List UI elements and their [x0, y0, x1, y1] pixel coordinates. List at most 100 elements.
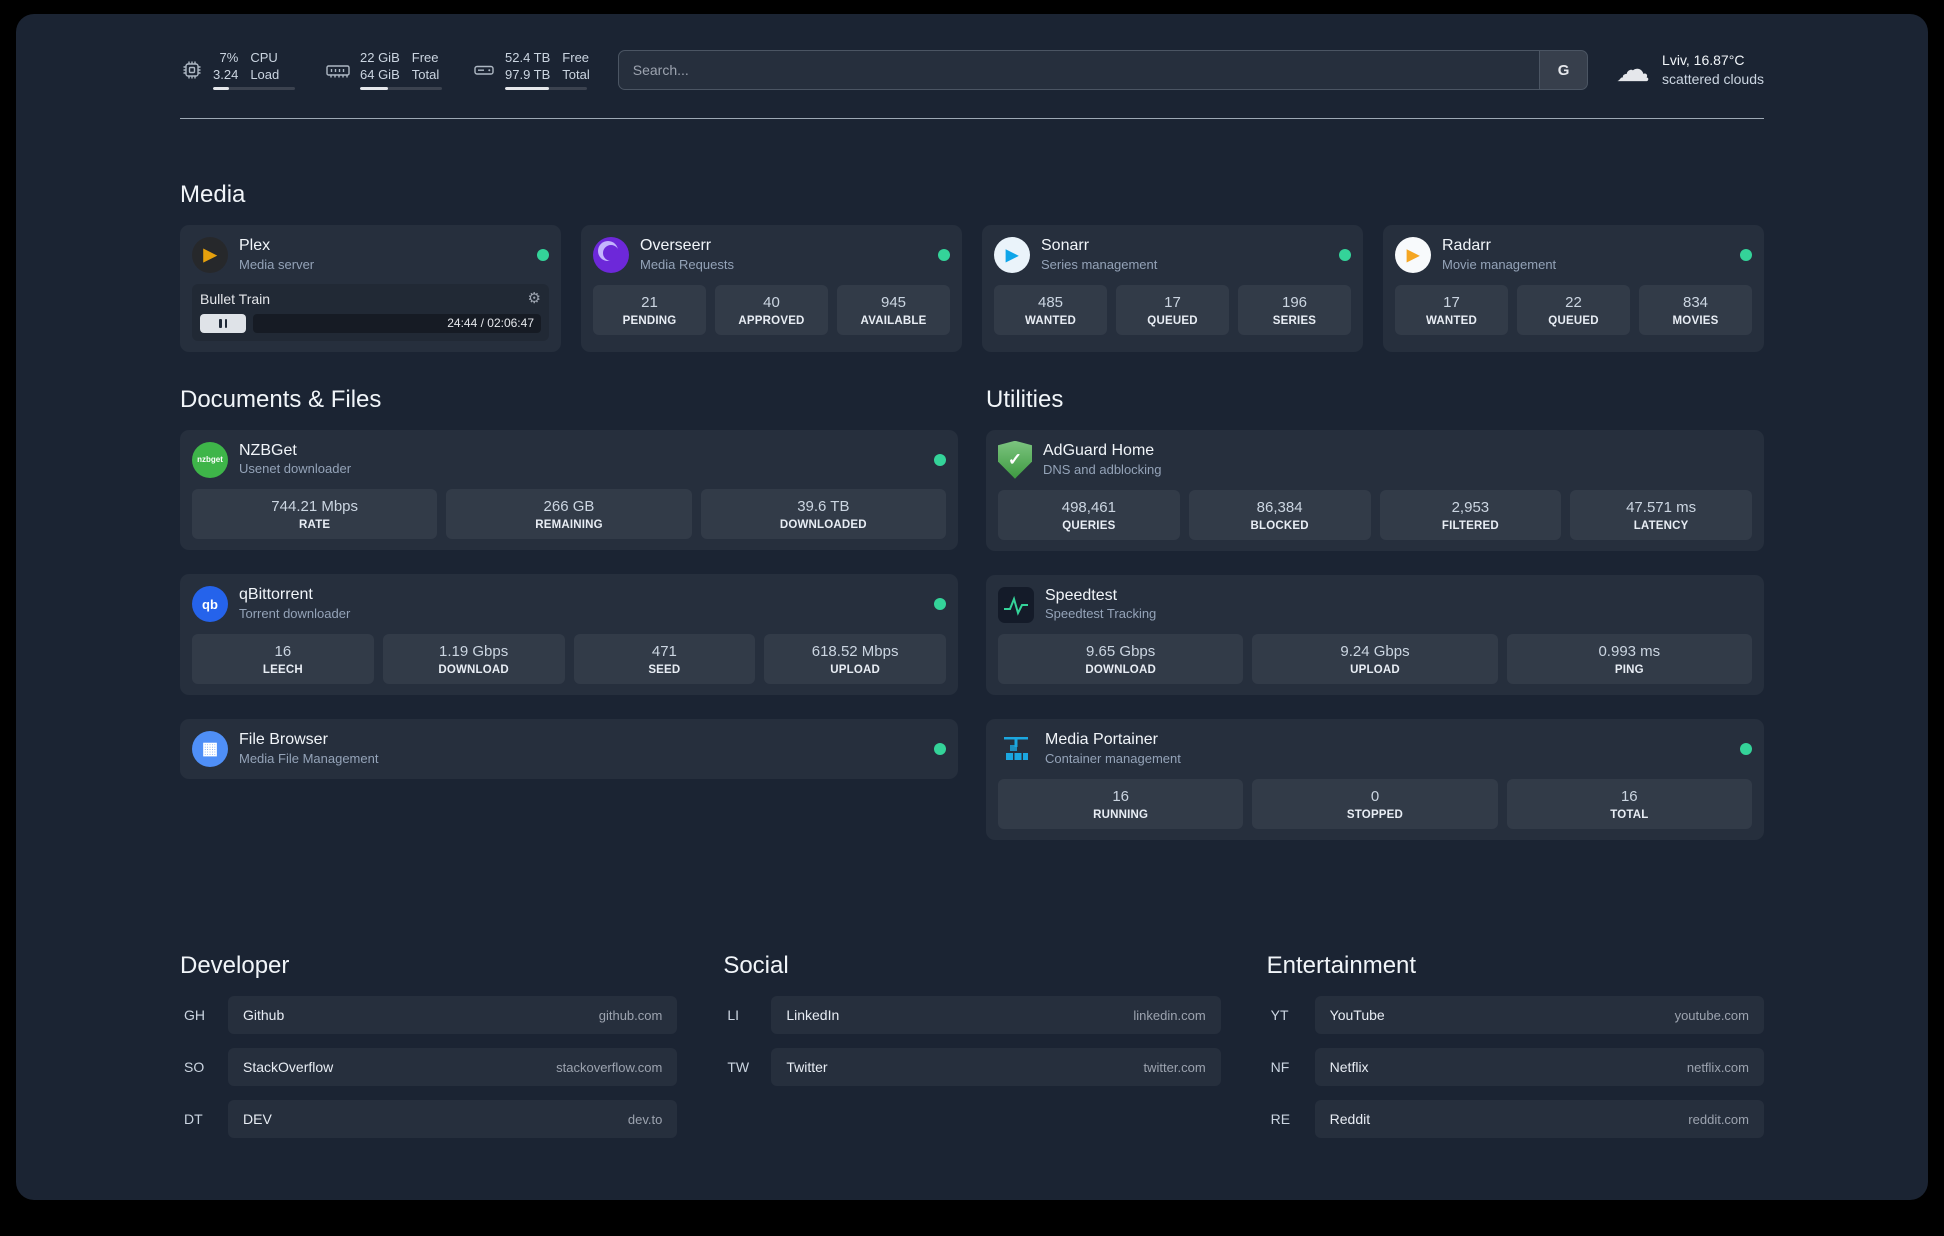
stat-ping: 0.993 ms PING [1506, 634, 1752, 685]
media-heading: Media [180, 181, 246, 208]
bookmark-group-social: Social LI LinkedIn linkedin.com TW Twitt… [723, 952, 1221, 1152]
stat-filtered: 2,953 FILTERED [1379, 489, 1562, 540]
disk-icon [472, 58, 496, 82]
nzbget-card[interactable]: nzbget NZBGet Usenet downloader 744.21 M… [180, 429, 958, 551]
bookmark-group-entertainment: Entertainment YT YouTube youtube.com NF … [1267, 952, 1764, 1152]
filebrowser-status-dot [934, 742, 946, 755]
settings-gear-icon[interactable]: ⚙ [528, 291, 541, 306]
bookmark-twitter: TW Twitter twitter.com [723, 1048, 1221, 1087]
weather-location: Lviv, 16.87°C [1662, 52, 1745, 69]
bookmark-group-developer: Developer GH Github github.com SO StackO… [180, 952, 678, 1152]
qbittorrent-status-dot [934, 598, 946, 611]
stat-stopped: 0 STOPPED [1252, 779, 1498, 830]
weather-widget[interactable]: ☁ Lviv, 16.87°C scattered clouds [1616, 51, 1764, 89]
adguard-card[interactable]: ✓ AdGuard Home DNS and adblocking 498,46… [986, 429, 1764, 551]
topbar-divider [180, 118, 1764, 119]
ram-total-value: 64 GiB [360, 66, 400, 82]
bookmark-link[interactable]: DEV dev.to [228, 1100, 678, 1139]
disk-total-value: 97.9 TB [505, 66, 551, 82]
stat-approved: 40 APPROVED [715, 284, 828, 335]
stat-leech: 16 LEECH [192, 634, 374, 685]
memory-widget: 22 GiB 64 GiB Free Total [325, 50, 442, 90]
speedtest-subtitle: Speedtest Tracking [1045, 606, 1157, 622]
speedtest-title: Speedtest [1045, 586, 1118, 604]
bookmark-link[interactable]: YouTube youtube.com [1314, 996, 1764, 1035]
filebrowser-card[interactable]: ▦ File Browser Media File Management [180, 719, 958, 779]
ram-icon [325, 58, 351, 82]
playback-time: 24:44 / 02:06:47 [447, 315, 534, 330]
stat-series: 196 SERIES [1238, 284, 1351, 335]
bookmark-abbr: SO [184, 1059, 205, 1076]
sonarr-card[interactable]: ▶ Sonarr Series management 485 WANTED 17… [982, 225, 1363, 352]
seek-bar[interactable]: 24:44 / 02:06:47 [253, 313, 541, 333]
bookmark-link[interactable]: Github github.com [228, 996, 678, 1035]
overseerr-status-dot [938, 248, 950, 261]
speedtest-card[interactable]: Speedtest Speedtest Tracking 9.65 Gbps D… [986, 574, 1764, 696]
bookmark-abbr: DT [184, 1111, 203, 1128]
radarr-card[interactable]: ▶ Radarr Movie management 17 WANTED 22 Q… [1383, 225, 1764, 352]
disk-widget: 52.4 TB 97.9 TB Free Total [472, 50, 590, 90]
ram-free-value: 22 GiB [360, 50, 400, 66]
stat-running: 16 RUNNING [998, 779, 1244, 830]
search-input[interactable] [618, 51, 1540, 89]
stat-upload: 9.24 Gbps UPLOAD [1252, 634, 1498, 685]
stat-wanted: 485 WANTED [994, 284, 1107, 335]
stat-queries: 498,461 QUERIES [998, 489, 1180, 540]
plex-subtitle: Media server [239, 256, 315, 272]
stat-download: 9.65 Gbps DOWNLOAD [998, 634, 1244, 685]
plex-title: Plex [239, 237, 271, 254]
stat-seed: 471 SEED [573, 634, 756, 685]
filebrowser-icon: ▦ [192, 730, 228, 767]
stat-queued: 22 QUEUED [1517, 284, 1630, 335]
pause-button[interactable] [200, 313, 246, 333]
portainer-card[interactable]: Media Portainer Container management 16 … [986, 719, 1764, 841]
bookmark-link[interactable]: Twitter twitter.com [771, 1048, 1221, 1087]
bookmark-link[interactable]: Reddit reddit.com [1314, 1100, 1764, 1139]
stat-movies: 834 MOVIES [1639, 284, 1752, 335]
stat-wanted: 17 WANTED [1395, 284, 1508, 335]
stat-rate: 744.21 Mbps RATE [192, 489, 438, 540]
plex-now-playing: Bullet Train ⚙ 24:44 / 02:06:47 [192, 283, 549, 341]
stat-upload: 618.52 Mbps UPLOAD [764, 634, 946, 685]
overseerr-subtitle: Media Requests [640, 256, 734, 272]
nzbget-status-dot [934, 453, 946, 466]
portainer-status-dot [1740, 743, 1752, 756]
bookmark-youtube: YT YouTube youtube.com [1267, 996, 1764, 1035]
dashboard: 7% 3.24 CPU Load 22 GiB 64 GiB Free Tota… [16, 14, 1928, 1201]
cpu-load-label: Load [250, 66, 280, 82]
bookmark-abbr: TW [727, 1059, 750, 1076]
stat-available: 945 AVAILABLE [837, 284, 950, 335]
social-heading: Social [723, 952, 789, 980]
bookmark-abbr: LI [727, 1007, 740, 1024]
bookmark-abbr: NF [1270, 1059, 1290, 1076]
filebrowser-subtitle: Media File Management [239, 750, 379, 766]
plex-card[interactable]: ▶ Plex Media server Bullet Train ⚙ 24:44… [180, 225, 561, 352]
cpu-bar-fill [213, 86, 230, 90]
overseerr-icon [593, 236, 629, 273]
bookmark-netflix: NF Netflix netflix.com [1267, 1048, 1764, 1087]
pause-icon [219, 318, 222, 328]
bookmark-link[interactable]: StackOverflow stackoverflow.com [228, 1048, 678, 1087]
bookmark-link[interactable]: LinkedIn linkedin.com [771, 996, 1221, 1035]
cpu-usage-label: CPU [250, 50, 278, 66]
section-documents: Documents & Files nzbget NZBGet Usenet d… [180, 386, 958, 864]
sonarr-title: Sonarr [1041, 237, 1090, 254]
cpu-usage-value: 7% [219, 50, 239, 66]
ram-free-label: Free [411, 50, 439, 66]
developer-heading: Developer [180, 952, 290, 980]
qbittorrent-card[interactable]: qb qBittorrent Torrent downloader 16 LEE… [180, 574, 958, 696]
overseerr-title: Overseerr [640, 237, 712, 254]
top-bar: 7% 3.24 CPU Load 22 GiB 64 GiB Free Tota… [180, 50, 1764, 90]
cpu-icon [180, 58, 204, 82]
stat-remaining: 266 GB REMAINING [446, 489, 692, 540]
disk-bar [505, 86, 587, 90]
bookmark-reddit: RE Reddit reddit.com [1267, 1100, 1764, 1139]
bookmark-link[interactable]: Netflix netflix.com [1314, 1048, 1764, 1087]
radarr-title: Radarr [1442, 237, 1491, 254]
filebrowser-title: File Browser [239, 731, 328, 749]
overseerr-card[interactable]: Overseerr Media Requests 21 PENDING 40 A… [581, 225, 962, 352]
entertainment-heading: Entertainment [1266, 952, 1417, 980]
ram-total-label: Total [411, 66, 440, 82]
search-provider-button[interactable]: G [1539, 51, 1588, 89]
nzbget-subtitle: Usenet downloader [239, 461, 352, 477]
